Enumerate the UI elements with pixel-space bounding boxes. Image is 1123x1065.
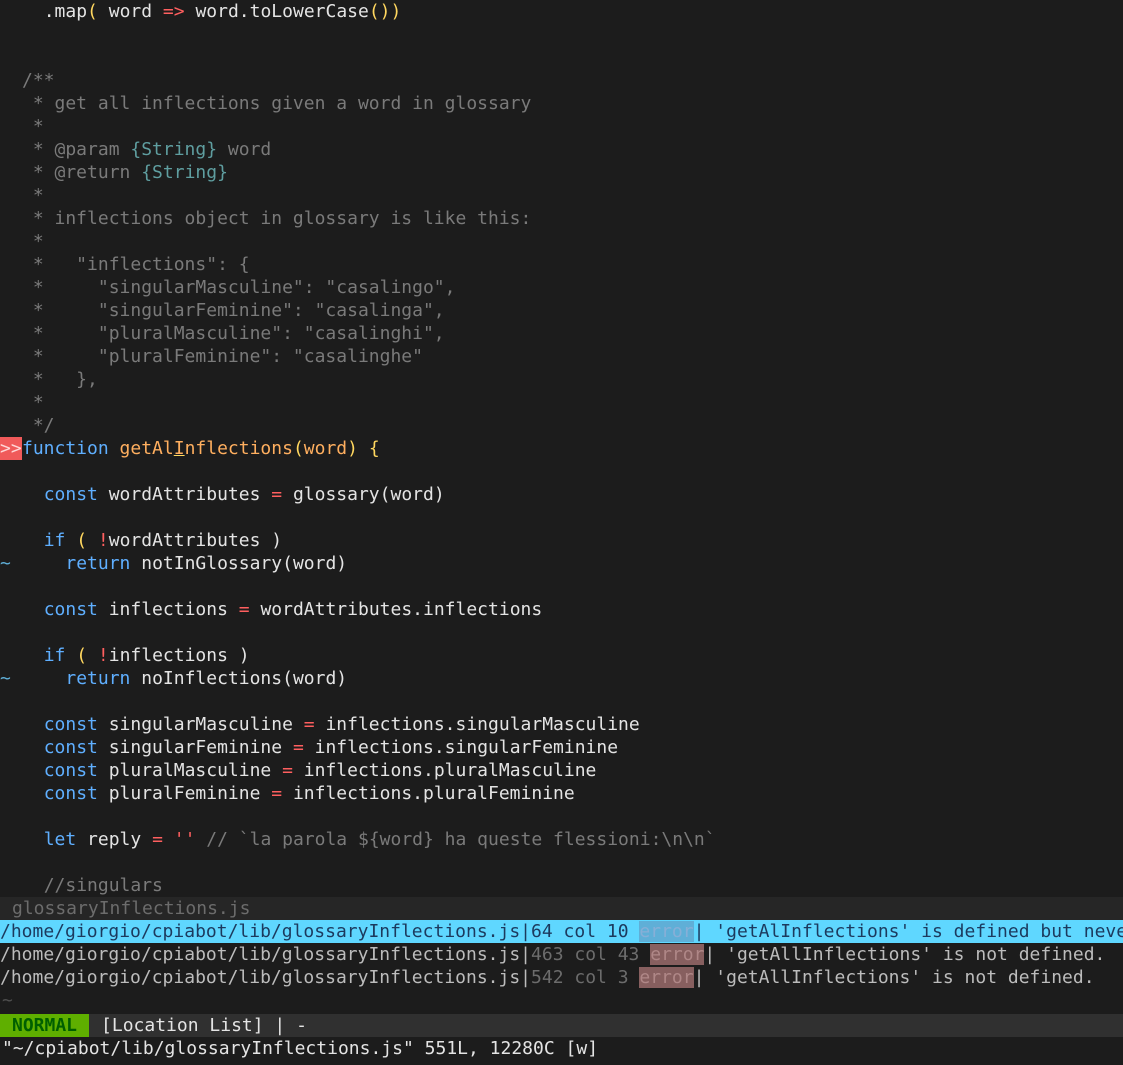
code-line[interactable]: ~ return notInGlossary(word) <box>0 552 1123 575</box>
location-list[interactable]: /home/giorgio/cpiabot/lib/glossaryInflec… <box>0 920 1123 1012</box>
loc-path: /home/giorgio/cpiabot/lib/glossaryInflec… <box>0 944 521 965</box>
code-line[interactable]: if ( !wordAttributes ) <box>0 529 1123 552</box>
code-line[interactable] <box>0 23 1123 46</box>
code-line[interactable]: * inflections object in glossary is like… <box>0 207 1123 230</box>
code-line[interactable]: * get all inflections given a word in gl… <box>0 92 1123 115</box>
code-line[interactable]: * }, <box>0 368 1123 391</box>
window-status-line[interactable]: glossaryInflections.js <box>0 897 1123 920</box>
empty-line-marker: ~ <box>2 990 13 1011</box>
loc-position: 463 col 43 <box>531 944 640 965</box>
location-list-row[interactable]: /home/giorgio/cpiabot/lib/glossaryInflec… <box>0 943 1123 966</box>
code-line[interactable] <box>0 690 1123 713</box>
code-line[interactable]: * "singularFeminine": "casalinga", <box>0 299 1123 322</box>
loc-type-badge: error <box>650 944 705 965</box>
loc-type-badge: error <box>639 921 694 942</box>
loc-path: /home/giorgio/cpiabot/lib/glossaryInflec… <box>0 921 521 942</box>
code-line[interactable]: const pluralMasculine = inflections.plur… <box>0 759 1123 782</box>
loc-position: 542 col 3 <box>531 967 629 988</box>
diff-marker: ~ <box>0 553 11 574</box>
code-line[interactable]: /** <box>0 69 1123 92</box>
code-text: .map <box>43 1 88 22</box>
code-line[interactable]: * @param {String} word <box>0 138 1123 161</box>
code-line[interactable]: .map( word => word.toLowerCase()) <box>0 0 1123 23</box>
code-line[interactable]: * "inflections": { <box>0 253 1123 276</box>
code-line[interactable]: * "pluralFeminine": "casalinghe" <box>0 345 1123 368</box>
code-line[interactable] <box>0 506 1123 529</box>
loc-message: 'getAlInflections' is defined but never … <box>715 921 1123 942</box>
code-line-current[interactable]: >>function getAlInflections(word) { <box>0 437 1123 460</box>
vim-window[interactable]: .map( word => word.toLowerCase()) /** * … <box>0 0 1123 1065</box>
code-line[interactable]: const singularMasculine = inflections.si… <box>0 713 1123 736</box>
code-line[interactable]: * "singularMasculine": "casalingo", <box>0 276 1123 299</box>
code-line[interactable]: const inflections = wordAttributes.infle… <box>0 598 1123 621</box>
code-line[interactable]: * @return {String} <box>0 161 1123 184</box>
code-buffer[interactable]: .map( word => word.toLowerCase()) /** * … <box>0 0 1123 897</box>
cursor-char: I <box>173 438 185 459</box>
code-line[interactable]: const singularFeminine = inflections.sin… <box>0 736 1123 759</box>
loc-type-badge: error <box>639 967 694 988</box>
command-line[interactable]: "~/cpiabot/lib/glossaryInflections.js" 5… <box>0 1037 1123 1060</box>
code-line[interactable]: //singulars <box>0 874 1123 897</box>
location-list-row[interactable]: /home/giorgio/cpiabot/lib/glossaryInflec… <box>0 920 1123 943</box>
code-line[interactable]: * <box>0 184 1123 207</box>
location-list-row[interactable]: /home/giorgio/cpiabot/lib/glossaryInflec… <box>0 966 1123 989</box>
code-line[interactable]: * <box>0 230 1123 253</box>
loc-position: 64 col 10 <box>531 921 629 942</box>
mode-indicator: NORMAL <box>0 1014 90 1037</box>
statusline-title: [Location List] | - <box>101 1015 307 1036</box>
code-line[interactable]: * <box>0 115 1123 138</box>
code-line[interactable]: * "pluralMasculine": "casalinghi", <box>0 322 1123 345</box>
loc-message: 'getAllInflections' is not defined. <box>704 967 1095 988</box>
code-line[interactable]: ~ return noInflections(word) <box>0 667 1123 690</box>
status-filename: glossaryInflections.js <box>12 898 251 919</box>
code-line[interactable]: * <box>0 391 1123 414</box>
statusline[interactable]: NORMAL [Location List] | - <box>0 1014 1123 1037</box>
diff-marker: ~ <box>0 668 11 689</box>
code-line[interactable] <box>0 851 1123 874</box>
code-line[interactable] <box>0 575 1123 598</box>
loc-path: /home/giorgio/cpiabot/lib/glossaryInflec… <box>0 967 521 988</box>
error-sign-marker[interactable]: >> <box>0 437 22 460</box>
code-line[interactable]: const pluralFeminine = inflections.plura… <box>0 782 1123 805</box>
code-line[interactable]: const wordAttributes = glossary(word) <box>0 483 1123 506</box>
code-line[interactable]: */ <box>0 414 1123 437</box>
code-line[interactable] <box>0 460 1123 483</box>
code-line[interactable]: if ( !inflections ) <box>0 644 1123 667</box>
loc-message: 'getAllInflections' is not defined. <box>715 944 1106 965</box>
code-line[interactable] <box>0 46 1123 69</box>
code-line[interactable] <box>0 621 1123 644</box>
code-line[interactable] <box>0 805 1123 828</box>
code-line[interactable]: let reply = '' // `la parola ${word} ha … <box>0 828 1123 851</box>
